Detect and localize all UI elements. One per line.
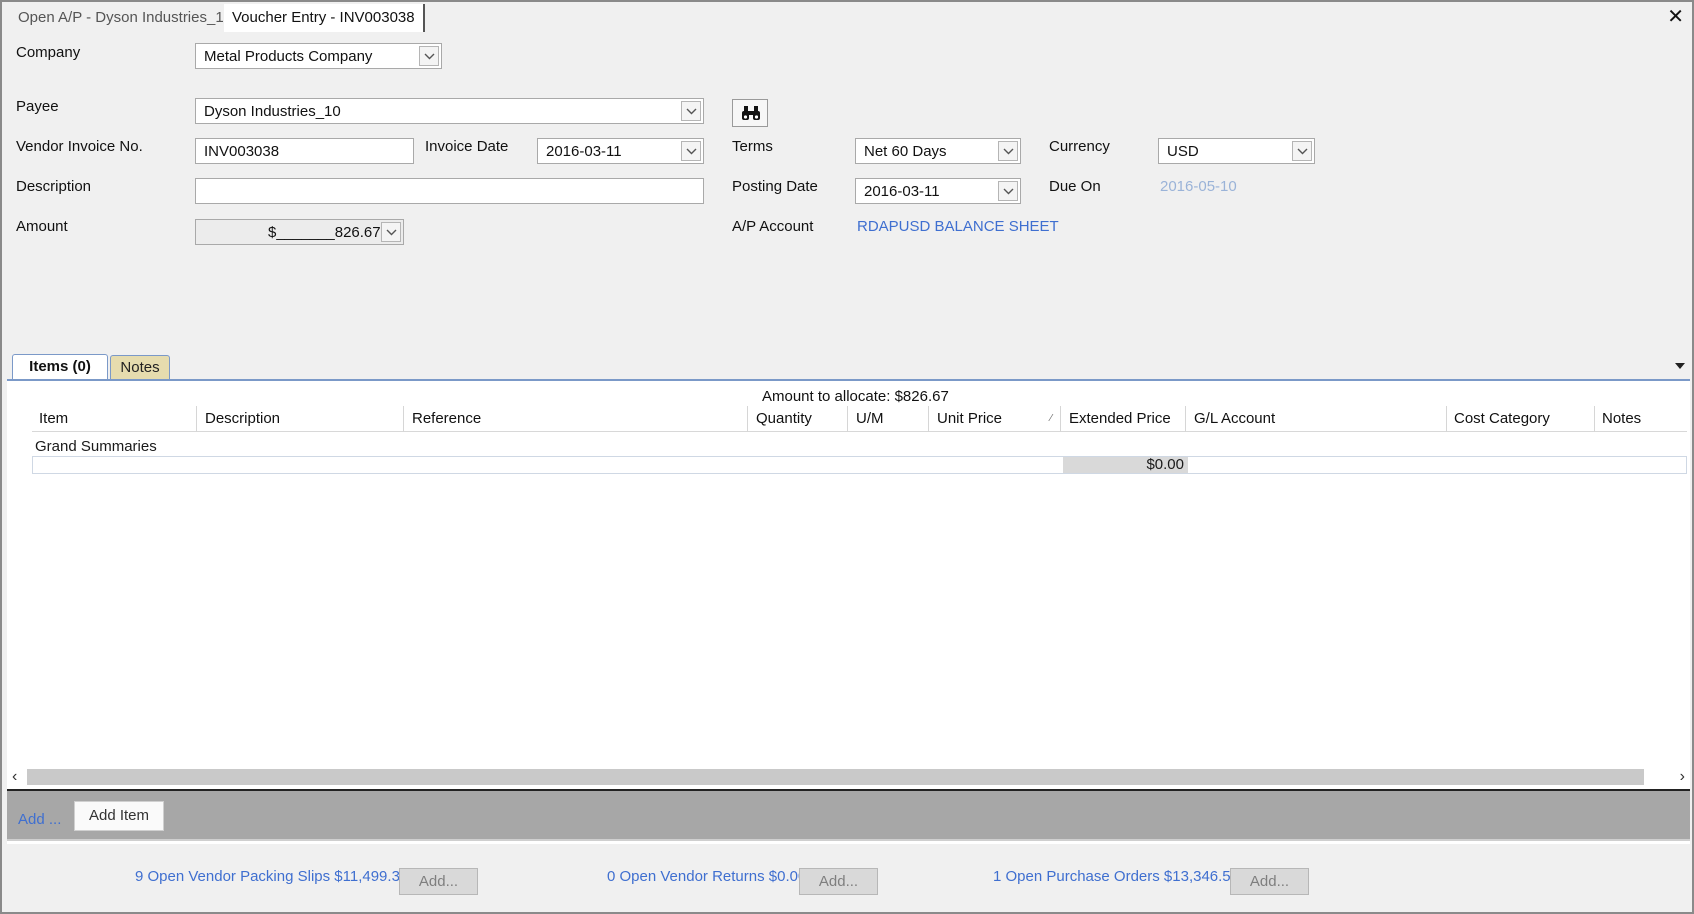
add-toolbar: Add ... Add Item bbox=[7, 789, 1690, 841]
grand-summaries-label: Grand Summaries bbox=[35, 438, 157, 455]
description-field[interactable] bbox=[195, 178, 704, 204]
payee-lookup-button[interactable] bbox=[732, 99, 768, 127]
chevron-down-icon[interactable] bbox=[381, 222, 401, 242]
summary-row: $0.00 bbox=[32, 456, 1687, 474]
open-purchase-orders-link[interactable]: 1 Open Purchase Orders $13,346.50 bbox=[993, 868, 1239, 885]
terms-label: Terms bbox=[732, 138, 773, 155]
add-purchase-orders-button[interactable]: Add... bbox=[1230, 868, 1309, 895]
company-label: Company bbox=[16, 44, 81, 61]
column-header-description[interactable]: Description bbox=[198, 406, 404, 432]
invoice-date-label: Invoice Date bbox=[425, 138, 509, 155]
tab-voucher-entry[interactable]: Voucher Entry - INV003038 bbox=[224, 4, 425, 32]
column-header-item[interactable]: Item bbox=[32, 406, 197, 432]
vendor-invoice-value: INV003038 bbox=[204, 143, 280, 160]
chevron-down-icon[interactable] bbox=[419, 46, 439, 66]
tab-notes[interactable]: Notes bbox=[110, 355, 170, 381]
add-vendor-returns-button[interactable]: Add... bbox=[799, 868, 878, 895]
chevron-down-icon[interactable] bbox=[681, 101, 701, 121]
chevron-down-icon[interactable] bbox=[681, 141, 701, 161]
horizontal-scrollbar[interactable]: ‹ › bbox=[7, 767, 1690, 787]
add-packing-slips-button[interactable]: Add... bbox=[399, 868, 478, 895]
description-label: Description bbox=[16, 178, 92, 195]
unit-price-label: Unit Price bbox=[937, 410, 1003, 427]
company-value: Metal Products Company bbox=[204, 48, 373, 65]
vendor-invoice-label: Vendor Invoice No. bbox=[16, 138, 143, 155]
company-select[interactable]: Metal Products Company bbox=[195, 43, 442, 69]
open-packing-slips-link[interactable]: 9 Open Vendor Packing Slips $11,499.30 bbox=[135, 868, 408, 885]
currency-select[interactable]: USD bbox=[1158, 138, 1315, 164]
chevron-down-icon[interactable] bbox=[1292, 141, 1312, 161]
document-tab-strip: Open A/P - Dyson Industries_10 Voucher E… bbox=[2, 2, 1692, 34]
invoice-date-value: 2016-03-11 bbox=[546, 143, 622, 160]
column-header-quantity[interactable]: Quantity bbox=[749, 406, 848, 432]
posting-date-value: 2016-03-11 bbox=[864, 183, 940, 200]
column-header-notes[interactable]: Notes bbox=[1595, 406, 1687, 432]
tab-items[interactable]: Items (0) bbox=[12, 354, 108, 380]
invoice-date-picker[interactable]: 2016-03-11 bbox=[537, 138, 704, 164]
collapse-panel-icon[interactable] bbox=[1674, 362, 1686, 370]
amount-to-allocate: Amount to allocate: $826.67 bbox=[762, 388, 949, 405]
terms-select[interactable]: Net 60 Days bbox=[855, 138, 1021, 164]
voucher-entry-window: Open A/P - Dyson Industries_10 Voucher E… bbox=[0, 0, 1694, 914]
posting-date-label: Posting Date bbox=[732, 178, 818, 195]
scrollbar-thumb[interactable] bbox=[27, 769, 1644, 785]
ap-account-link[interactable]: RDAPUSD BALANCE SHEET bbox=[857, 218, 1059, 235]
amount-label: Amount bbox=[16, 218, 68, 235]
payee-label: Payee bbox=[16, 98, 59, 115]
grid-header-row: Item Description Reference Quantity U/M … bbox=[32, 406, 1687, 432]
tab-open-ap[interactable]: Open A/P - Dyson Industries_10 bbox=[10, 4, 240, 32]
terms-value: Net 60 Days bbox=[864, 143, 947, 160]
currency-value: USD bbox=[1167, 143, 1199, 160]
due-on-value: 2016-05-10 bbox=[1160, 178, 1237, 195]
scroll-right-icon[interactable]: › bbox=[1680, 768, 1685, 786]
column-header-gl-account[interactable]: G/L Account bbox=[1187, 406, 1447, 432]
vendor-invoice-field[interactable]: INV003038 bbox=[195, 138, 414, 164]
extended-price-total: $0.00 bbox=[1063, 457, 1188, 473]
sort-icon: ⁄ bbox=[1050, 413, 1052, 424]
ap-account-label: A/P Account bbox=[732, 218, 814, 235]
scroll-left-icon[interactable]: ‹ bbox=[12, 768, 17, 786]
due-on-label: Due On bbox=[1049, 178, 1101, 195]
column-header-extended-price[interactable]: Extended Price bbox=[1062, 406, 1186, 432]
column-header-reference[interactable]: Reference bbox=[405, 406, 748, 432]
chevron-down-icon[interactable] bbox=[998, 181, 1018, 201]
column-header-um[interactable]: U/M bbox=[849, 406, 929, 432]
currency-label: Currency bbox=[1049, 138, 1110, 155]
add-link[interactable]: Add ... bbox=[18, 811, 61, 828]
column-header-cost-category[interactable]: Cost Category bbox=[1447, 406, 1595, 432]
payee-select[interactable]: Dyson Industries_10 bbox=[195, 98, 704, 124]
add-item-button[interactable]: Add Item bbox=[74, 801, 164, 831]
amount-field[interactable]: $_______826.67 bbox=[195, 219, 404, 245]
open-vendor-returns-link[interactable]: 0 Open Vendor Returns $0.00 bbox=[607, 868, 806, 885]
posting-date-picker[interactable]: 2016-03-11 bbox=[855, 178, 1021, 204]
close-icon[interactable]: ✕ bbox=[1667, 4, 1684, 30]
column-header-unit-price[interactable]: Unit Price ⁄ bbox=[930, 406, 1061, 432]
amount-value: $_______826.67 bbox=[268, 224, 381, 241]
chevron-down-icon[interactable] bbox=[998, 141, 1018, 161]
payee-value: Dyson Industries_10 bbox=[204, 103, 341, 120]
